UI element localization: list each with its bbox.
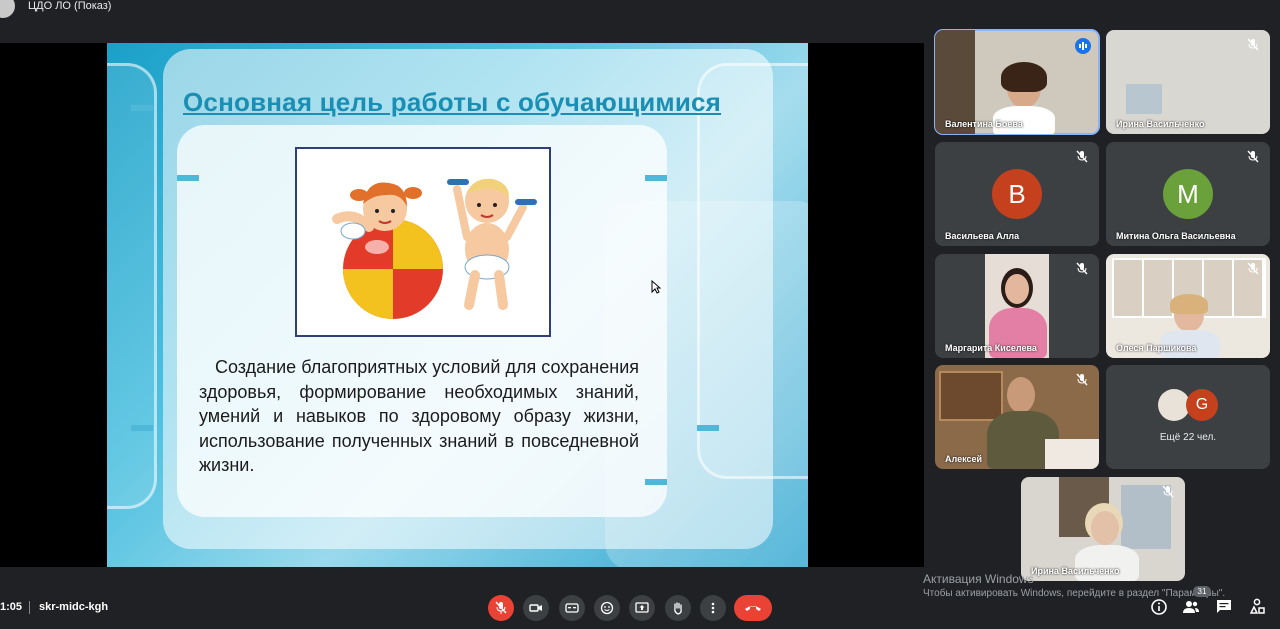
chat-icon[interactable] (1215, 598, 1233, 616)
slide-body-text: Создание благоприятных условий для сохра… (199, 357, 639, 475)
participant-tile-olesya[interactable]: Олеся Паршикова (1106, 254, 1270, 358)
participant-avatar: G (1186, 389, 1218, 421)
participant-name: Митина Ольга Васильевна (1116, 231, 1236, 241)
mic-off-icon (1247, 150, 1259, 163)
mic-off-icon (1076, 262, 1088, 275)
captions-icon (565, 603, 579, 613)
participant-name: Васильева Алла (945, 231, 1020, 241)
participant-tile-irina[interactable]: Ирина Васильченко (1106, 30, 1270, 134)
table-foreground (1045, 439, 1099, 469)
mic-off-icon (1162, 485, 1174, 498)
mic-off-icon (495, 601, 507, 614)
slide-tick (697, 425, 719, 431)
meeting-details-icon[interactable] (1150, 598, 1168, 616)
participant-tile-mitina[interactable]: М Митина Ольга Васильевна (1106, 142, 1270, 246)
participant-video-head (1007, 377, 1035, 413)
slide-tick (131, 105, 153, 111)
slide-title: Основная цель работы с обучающимися (183, 87, 722, 117)
camera-toggle-button[interactable] (523, 595, 549, 621)
participant-tile-aleksey[interactable]: Алексей (935, 365, 1099, 469)
participant-tile-valentina[interactable]: Валентина Боева (934, 29, 1100, 135)
windows-activation-subtitle: Чтобы активировать Windows, перейдите в … (923, 588, 1226, 599)
emoji-icon (600, 601, 614, 615)
hang-up-icon (745, 606, 761, 611)
slide-illustration (295, 147, 551, 337)
children-exercise-illustration (332, 178, 537, 319)
participant-name: Ирина Васильченко (1116, 119, 1205, 129)
captions-button[interactable] (559, 595, 585, 621)
present-icon (635, 602, 649, 613)
presenter-label: ЦДО ЛО (Показ) (28, 0, 112, 12)
self-view-tile[interactable]: Ирина Васильченко (1021, 477, 1185, 581)
more-options-button[interactable] (700, 595, 726, 621)
leave-call-button[interactable] (734, 595, 772, 621)
participant-hair (1170, 294, 1208, 314)
more-vert-icon (711, 602, 715, 614)
mic-off-icon (1247, 262, 1259, 275)
participant-tile-margarita[interactable]: Маргарита Киселева (935, 254, 1099, 358)
footer-divider (29, 601, 30, 614)
participant-video-head (1005, 274, 1029, 304)
window-background (1126, 84, 1162, 114)
reactions-button[interactable] (594, 595, 620, 621)
participant-hair (1001, 62, 1047, 92)
hand-icon (674, 602, 682, 615)
meeting-clock: 1:05 (0, 601, 23, 613)
top-bar (0, 0, 1280, 20)
participant-name: Олеся Паршикова (1116, 343, 1197, 353)
present-screen-button[interactable] (629, 595, 655, 621)
mic-off-icon (1076, 150, 1088, 163)
slide-tick (177, 175, 199, 181)
participant-name: Маргарита Киселева (945, 343, 1037, 353)
mic-toggle-button[interactable] (488, 595, 514, 621)
people-count-badge: 31 (1193, 586, 1211, 597)
participant-name: Алексей (945, 454, 983, 464)
slide-tick (645, 479, 667, 485)
slide-decor-frame-left (107, 63, 157, 509)
participant-avatar: В (992, 169, 1042, 219)
people-icon[interactable] (1182, 598, 1200, 616)
raise-hand-button[interactable] (665, 595, 691, 621)
slide-tick (645, 175, 667, 181)
participant-name: Ирина Васильченко (1031, 566, 1120, 576)
slide-tick (131, 425, 153, 431)
participant-name: Валентина Боева (945, 119, 1023, 129)
activities-icon[interactable] (1248, 598, 1266, 616)
more-participants-tile[interactable]: G Ещё 22 чел. (1106, 365, 1270, 469)
speaking-indicator-icon (1075, 38, 1091, 54)
more-participants-label: Ещё 22 чел. (1159, 432, 1217, 443)
participant-video-head (1091, 511, 1119, 545)
participant-tile-vasilyeva[interactable]: В Васильева Алла (935, 142, 1099, 246)
meeting-code: skr-midc-kgh (39, 601, 109, 613)
participant-avatar: М (1163, 169, 1213, 219)
wall-art-background (939, 371, 1003, 421)
mic-off-icon (1076, 373, 1088, 386)
mouse-cursor-icon (651, 280, 661, 294)
shared-slide: Основная цель работы с обучающимися Созд… (107, 43, 808, 567)
mic-off-icon (1247, 38, 1259, 51)
camera-icon (529, 604, 542, 612)
windows-activation-title: Активация Windows (923, 572, 1034, 586)
